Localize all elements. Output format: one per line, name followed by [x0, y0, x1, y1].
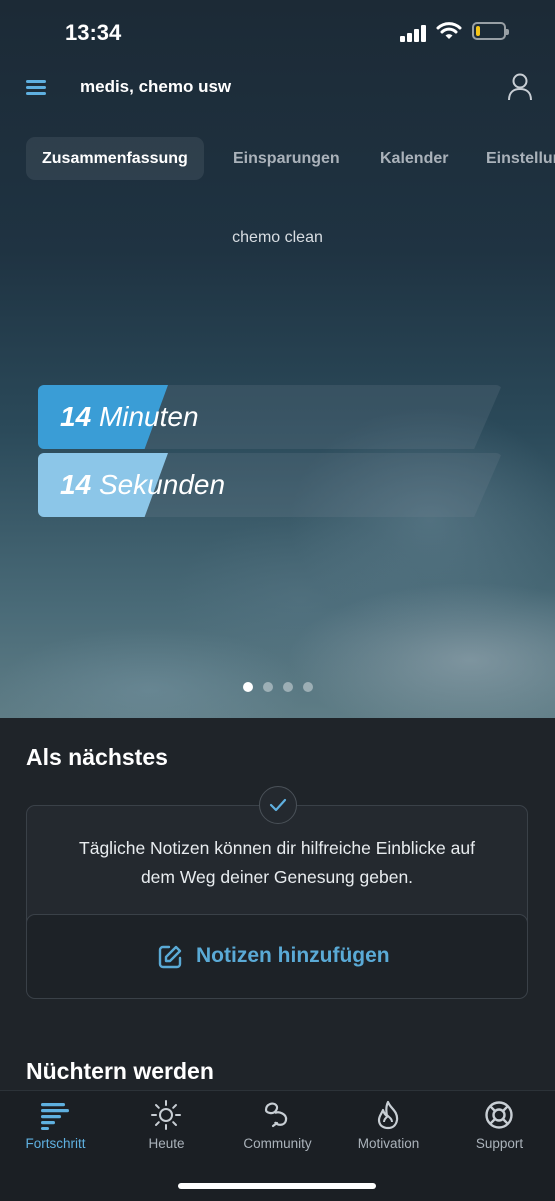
page-dot[interactable]: [242, 682, 253, 692]
tabbar-label: Community: [243, 1136, 312, 1151]
tabbar-label: Support: [475, 1136, 524, 1151]
next-section-title: Als nächstes: [26, 744, 168, 770]
add-notes-button[interactable]: Notizen hinzufügen: [26, 914, 528, 999]
check-icon: [269, 798, 287, 812]
page-dot[interactable]: [282, 682, 293, 692]
tab-settings[interactable]: Einstellungen: [486, 137, 555, 180]
menu-icon[interactable]: [26, 78, 48, 96]
tabbar-support[interactable]: Support: [444, 1091, 555, 1161]
sun-icon: [151, 1100, 181, 1130]
tabbar-label: Motivation: [357, 1136, 420, 1151]
page-title: medis, chemo usw: [80, 77, 232, 96]
tabbar-label: Fortschritt: [25, 1136, 86, 1151]
progress-icon: [41, 1103, 69, 1130]
home-indicator[interactable]: [178, 1183, 376, 1189]
signal-icon: [400, 24, 428, 42]
seconds-unit: Sekunden: [98, 469, 226, 500]
page-indicator[interactable]: [0, 682, 555, 692]
edit-icon: [158, 945, 182, 969]
top-bar: medis, chemo usw: [0, 68, 555, 108]
tab-calendar[interactable]: Kalender: [380, 137, 448, 180]
notes-card-text: Tägliche Notizen können dir hilfreiche E…: [79, 838, 475, 887]
lifebuoy-icon: [485, 1101, 513, 1129]
tabbar-label: Heute: [148, 1136, 185, 1151]
minutes-unit: Minuten: [98, 401, 199, 432]
counter-subtitle: chemo clean: [232, 229, 323, 246]
seconds-value: 14: [60, 469, 92, 500]
counter-minutes: 14 Minuten: [38, 385, 502, 449]
community-icon: [264, 1102, 288, 1128]
add-notes-label: Notizen hinzufügen: [196, 944, 390, 967]
page-dot[interactable]: [302, 682, 313, 692]
status-bar: 13:34: [0, 0, 555, 68]
check-badge: [259, 786, 297, 824]
profile-icon[interactable]: [506, 72, 534, 102]
counter-seconds: 14 Sekunden: [38, 453, 502, 517]
tabbar-community[interactable]: Community: [222, 1091, 333, 1161]
status-time: 13:34: [65, 20, 122, 45]
sober-section-title: Nüchtern werden: [26, 1058, 214, 1084]
tabbar-today[interactable]: Heute: [111, 1091, 222, 1161]
wifi-icon: [436, 22, 462, 39]
tabbar-motivation[interactable]: Motivation: [333, 1091, 444, 1161]
page-dot[interactable]: [262, 682, 273, 692]
notes-card: Tägliche Notizen können dir hilfreiche E…: [26, 805, 528, 999]
tab-savings[interactable]: Einsparungen: [233, 137, 340, 180]
minutes-value: 14: [60, 401, 92, 432]
tabbar-progress[interactable]: Fortschritt: [0, 1091, 111, 1161]
battery-icon: [472, 22, 509, 40]
tab-bar: Zusammenfassung Einsparungen Kalender Ei…: [0, 137, 555, 181]
flame-icon: [377, 1100, 399, 1130]
tab-summary[interactable]: Zusammenfassung: [26, 137, 204, 180]
